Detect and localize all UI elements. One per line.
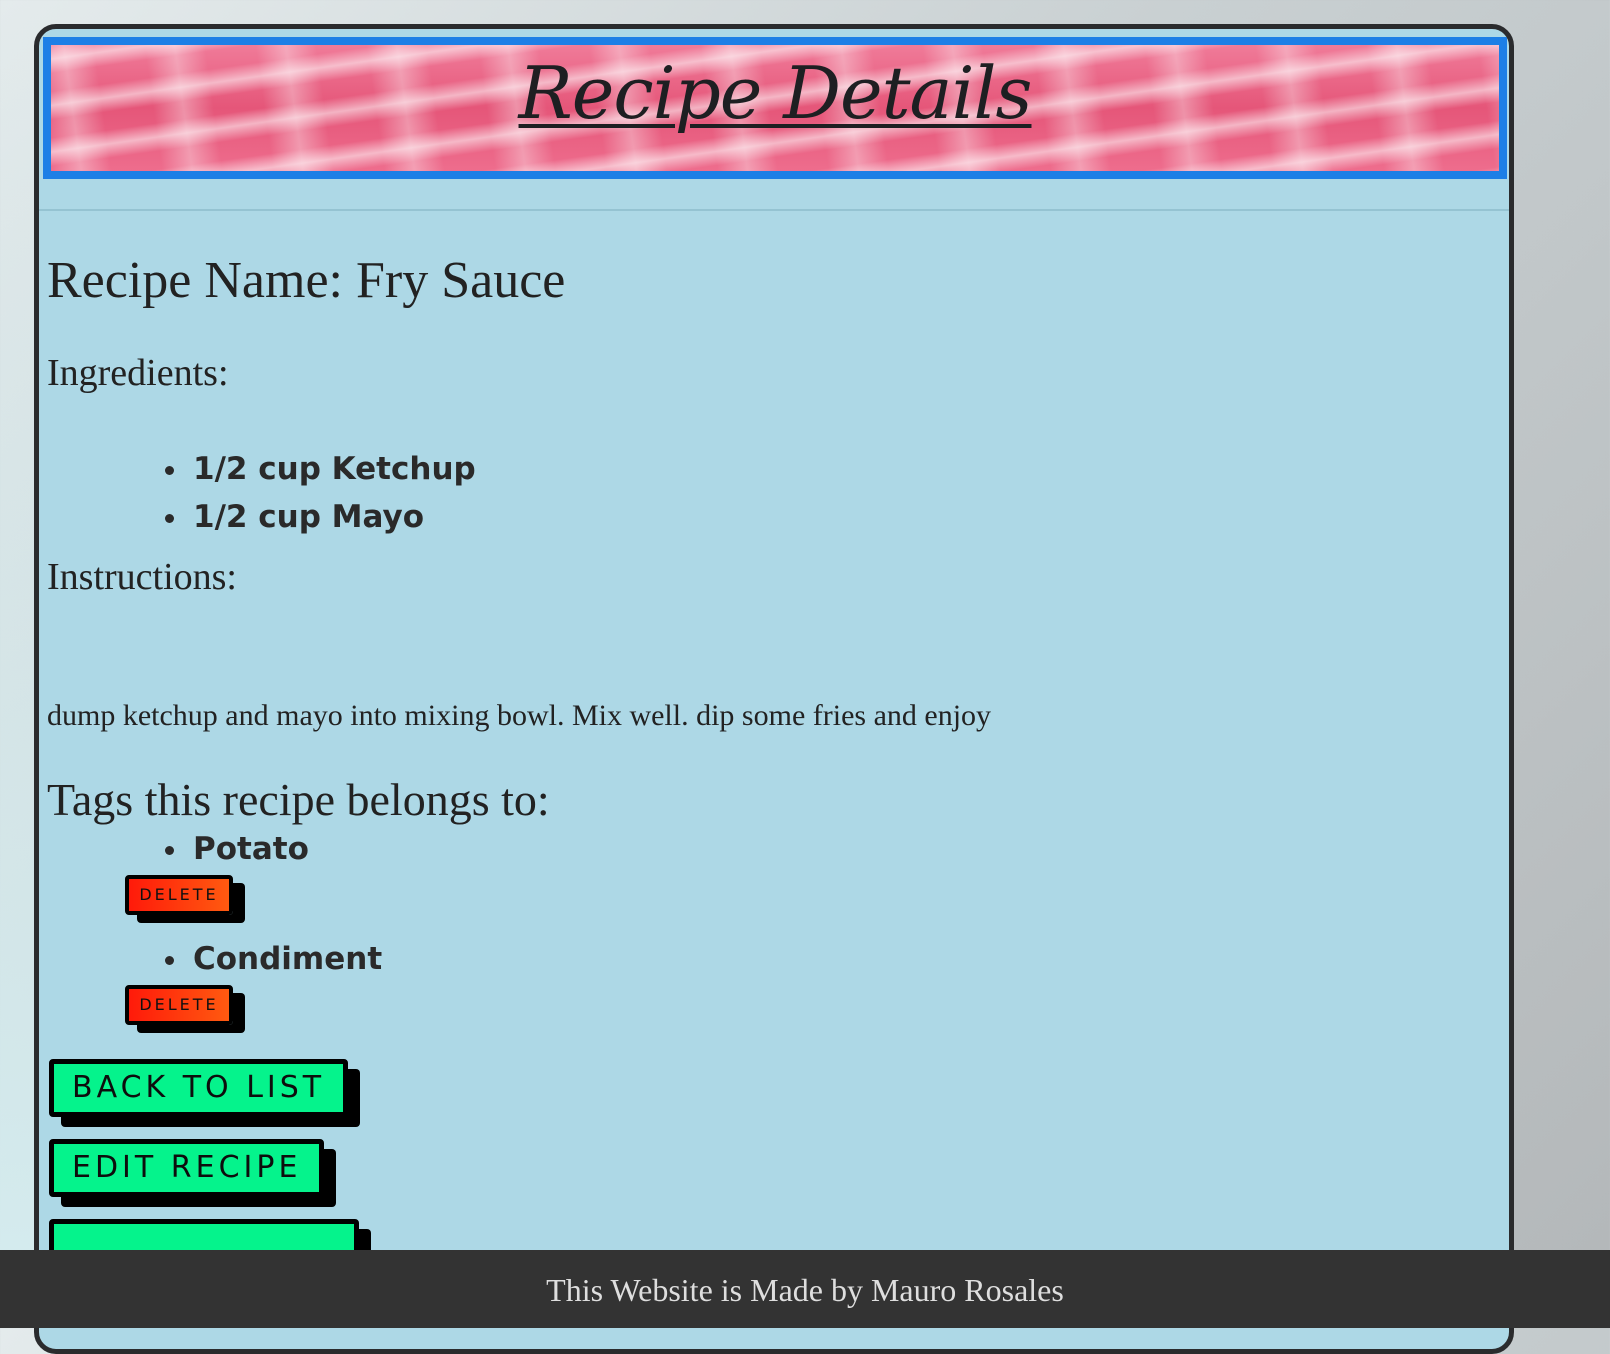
ingredient-item: 1/2 cup Mayo [165,493,476,541]
tag-name: Potato [165,825,309,873]
tag-item-condiment: Condiment [165,935,382,983]
tags-heading: Tags this recipe belongs to: [47,774,550,825]
tag-list: Condiment [165,935,382,983]
page-title: Recipe Details [518,51,1033,135]
delete-tag-button[interactable]: DELETE [125,985,233,1025]
edit-recipe-button[interactable]: EDIT RECIPE [49,1139,325,1197]
ingredient-item: 1/2 cup Ketchup [165,445,476,493]
tag-name: Condiment [165,935,382,983]
recipe-name: Recipe Name: Fry Sauce [47,252,566,309]
ingredients-heading: Ingredients: [47,352,229,394]
ingredients-list: 1/2 cup Ketchup 1/2 cup Mayo [165,445,476,541]
back-to-list-button[interactable]: BACK TO LIST [49,1059,349,1117]
header-banner: Recipe Details [43,37,1507,179]
tag-item-potato: Potato [165,825,309,873]
delete-tag-button[interactable]: DELETE [125,875,233,915]
main-panel: Recipe Details Recipe Name: Fry Sauce In… [34,24,1514,1354]
divider [39,209,1509,211]
footer: This Website is Made by Mauro Rosales [0,1250,1610,1328]
instructions-heading: Instructions: [47,556,237,598]
tag-list: Potato [165,825,309,873]
instructions-text: dump ketchup and mayo into mixing bowl. … [47,699,992,732]
